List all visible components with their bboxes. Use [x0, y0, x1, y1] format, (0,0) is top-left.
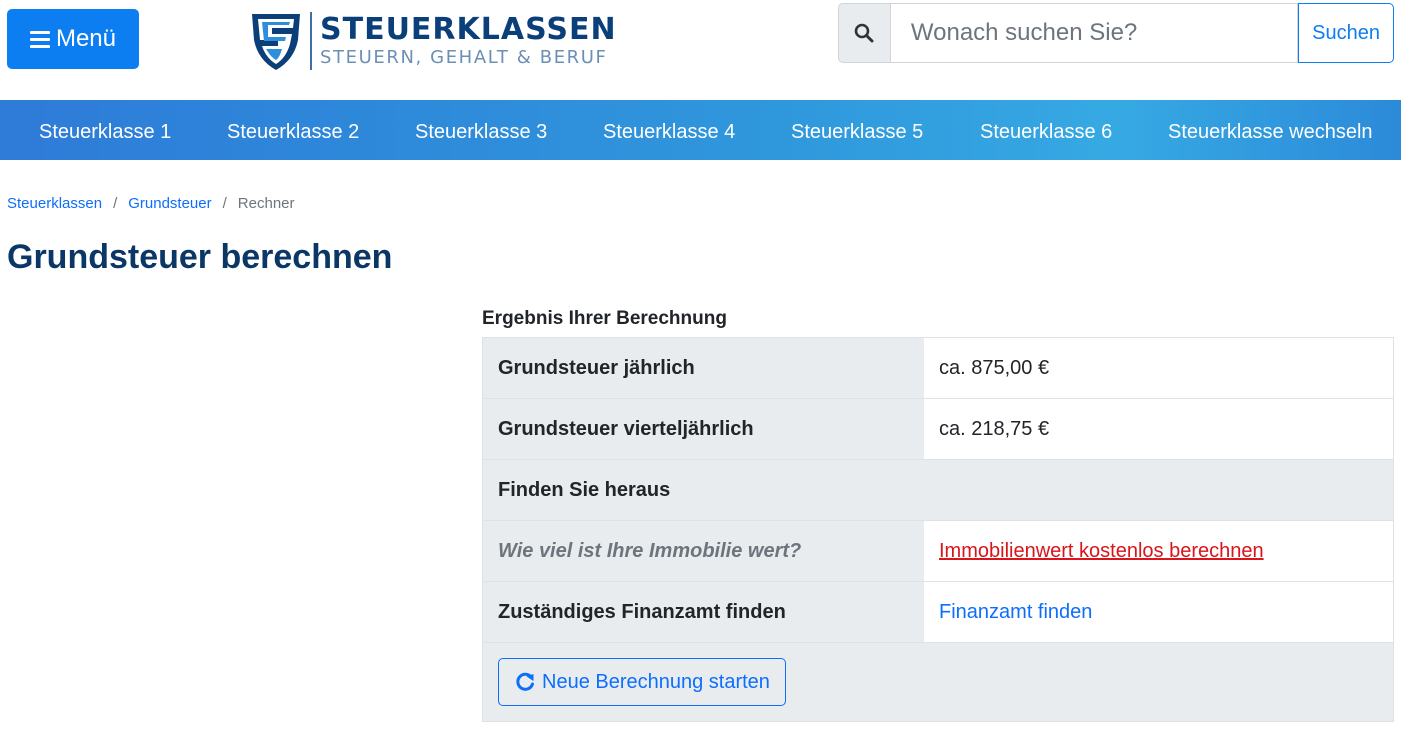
menu-button-label: Menü: [55, 25, 117, 52]
table-row: Wie viel ist Ihre Immobilie wert? Immobi…: [483, 521, 1393, 582]
breadcrumb-link-steuerklassen[interactable]: Steuerklassen: [7, 195, 102, 212]
nav-item-steuerklasse-5[interactable]: Steuerklasse 5: [791, 100, 923, 160]
main-nav: Steuerklasse 1 Steuerklasse 2 Steuerklas…: [0, 100, 1401, 160]
search-icon-addon: [838, 3, 890, 63]
row-label-quarterly: Grundsteuer vierteljährlich: [483, 399, 924, 459]
search-button[interactable]: Suchen: [1298, 3, 1394, 63]
site-logo[interactable]: STEUERKLASSEN STEUERN, GEHALT & BERUF: [248, 9, 617, 73]
hamburger-icon: [29, 31, 50, 48]
restart-calculation-label: Neue Berechnung starten: [542, 670, 770, 693]
nav-item-steuerklasse-1[interactable]: Steuerklasse 1: [39, 100, 171, 160]
row-value-annual: ca. 875,00 €: [924, 338, 1393, 398]
breadcrumb-link-grundsteuer[interactable]: Grundsteuer: [128, 195, 211, 212]
finanzamt-label: Zuständiges Finanzamt finden: [483, 582, 924, 642]
table-row: Zuständiges Finanzamt finden Finanzamt f…: [483, 582, 1393, 643]
table-row: Grundsteuer vierteljährlich ca. 218,75 €: [483, 399, 1393, 460]
property-value-link[interactable]: Immobilienwert kostenlos berechnen: [939, 540, 1264, 563]
breadcrumb-separator: /: [113, 195, 118, 212]
menu-button[interactable]: Menü: [7, 9, 139, 69]
logo-title: STEUERKLASSEN: [320, 12, 617, 47]
nav-item-steuerklasse-3[interactable]: Steuerklasse 3: [415, 100, 547, 160]
result-caption: Ergebnis Ihrer Berechnung: [482, 308, 727, 329]
search-bar: Suchen: [838, 3, 1394, 63]
breadcrumb-separator: /: [222, 195, 227, 212]
page-title: Grundsteuer berechnen: [7, 238, 393, 276]
property-question: Wie viel ist Ihre Immobilie wert?: [483, 521, 924, 581]
nav-item-steuerklasse-2[interactable]: Steuerklasse 2: [227, 100, 359, 160]
logo-text: STEUERKLASSEN STEUERN, GEHALT & BERUF: [320, 13, 617, 69]
finanzamt-link[interactable]: Finanzamt finden: [939, 601, 1092, 624]
restart-calculation-button[interactable]: Neue Berechnung starten: [498, 658, 786, 706]
refresh-icon: [516, 672, 534, 691]
table-row: Grundsteuer jährlich ca. 875,00 €: [483, 338, 1393, 399]
result-table: Grundsteuer jährlich ca. 875,00 € Grunds…: [482, 337, 1394, 722]
row-label-annual: Grundsteuer jährlich: [483, 338, 924, 398]
logo-subtitle: STEUERN, GEHALT & BERUF: [320, 47, 608, 68]
breadcrumb: Steuerklassen / Grundsteuer / Rechner: [7, 195, 295, 212]
nav-item-steuerklasse-wechseln[interactable]: Steuerklasse wechseln: [1168, 100, 1373, 160]
table-row-action: Neue Berechnung starten: [483, 643, 1393, 721]
table-row-section-heading: Finden Sie heraus: [483, 460, 1393, 521]
row-value-quarterly: ca. 218,75 €: [924, 399, 1393, 459]
shield-logo-icon: [252, 14, 300, 70]
search-icon: [855, 23, 874, 43]
header: Menü STEUERKLASSEN STEUERN, GEHALT & BER…: [0, 0, 1401, 100]
nav-item-steuerklasse-4[interactable]: Steuerklasse 4: [603, 100, 735, 160]
logo-divider: [310, 12, 312, 70]
search-input[interactable]: [889, 3, 1299, 63]
section-heading: Finden Sie heraus: [483, 460, 1393, 520]
breadcrumb-current: Rechner: [237, 195, 295, 212]
nav-item-steuerklasse-6[interactable]: Steuerklasse 6: [980, 100, 1112, 160]
